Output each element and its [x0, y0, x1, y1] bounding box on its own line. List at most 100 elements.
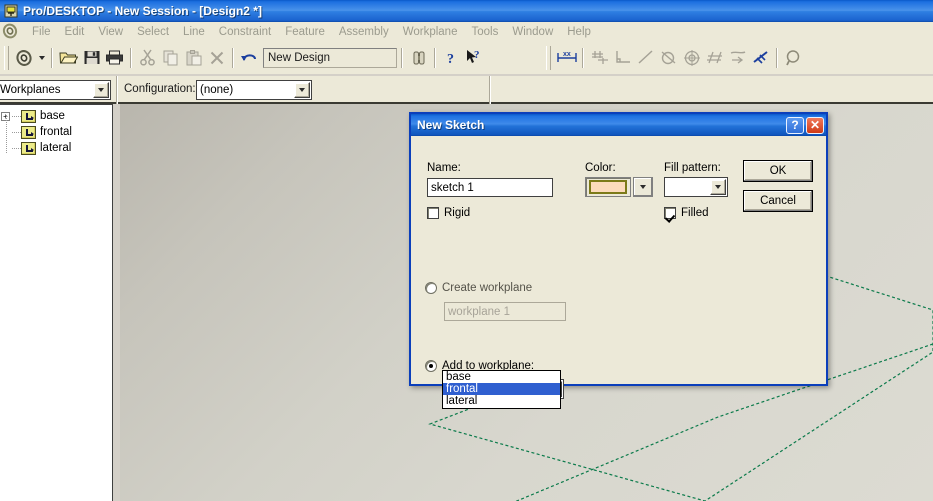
- tree-connector-line: [6, 115, 7, 153]
- toolbar-separator: [582, 47, 584, 68]
- color-dropdown-button[interactable]: [633, 177, 653, 197]
- svg-text:?: ?: [474, 49, 480, 61]
- svg-text:xx: xx: [563, 51, 571, 58]
- filled-checkbox[interactable]: Filled: [664, 207, 708, 219]
- fill-pattern-label: Fill pattern:: [664, 162, 721, 174]
- radio-box: [425, 360, 437, 372]
- menu-item-help[interactable]: Help: [560, 24, 598, 40]
- parallel-icon[interactable]: [726, 47, 749, 69]
- menu-item-feature[interactable]: Feature: [278, 24, 332, 40]
- workplanes-combo[interactable]: Workplanes: [0, 80, 111, 100]
- tree-item-base[interactable]: + base: [0, 108, 112, 124]
- perpendicular-icon[interactable]: [611, 47, 634, 69]
- menu-item-workplane[interactable]: Workplane: [396, 24, 465, 40]
- print-icon[interactable]: [103, 47, 126, 69]
- configuration-combo-value: (none): [200, 84, 234, 96]
- menu-item-edit[interactable]: Edit: [58, 24, 92, 40]
- dropdown-option-base[interactable]: base: [443, 371, 560, 383]
- menu-bar: File Edit View Select Line Constraint Fe…: [0, 22, 933, 42]
- cut-icon[interactable]: [136, 47, 159, 69]
- color-swatch: [589, 180, 627, 194]
- dimension-icon[interactable]: xx: [555, 47, 578, 69]
- dropdown-option-frontal[interactable]: frontal: [443, 383, 560, 395]
- paste-icon[interactable]: [182, 47, 205, 69]
- dialog-titlebar[interactable]: New Sketch ? ✕: [411, 114, 826, 136]
- svg-text:?: ?: [447, 52, 454, 66]
- menu-item-assembly[interactable]: Assembly: [332, 24, 396, 40]
- name-input-value: sketch 1: [431, 181, 474, 194]
- menu-item-constraint[interactable]: Constraint: [212, 24, 278, 40]
- dialog-body: Name: sketch 1 Rigid Color: Fill pattern…: [411, 136, 826, 399]
- new-sketch-dialog: New Sketch ? ✕ Name: sketch 1 Rigid Colo…: [409, 112, 828, 399]
- tree-item-lateral[interactable]: lateral: [0, 140, 112, 156]
- main-toolbar: New Design ? ? xx: [0, 42, 933, 74]
- window-title: Pro/DESKTOP - New Session - [Design2 *]: [23, 4, 262, 18]
- tree-item-label: frontal: [40, 126, 72, 138]
- checkbox-box: [664, 207, 676, 219]
- secondary-toolbar: Workplanes Configuration: (none): [0, 76, 933, 104]
- workplanes-tree-panel: + base frontal lateral: [0, 104, 113, 501]
- concentric-icon[interactable]: [680, 47, 703, 69]
- fix-icon[interactable]: [749, 47, 772, 69]
- whats-this-icon[interactable]: ?: [463, 47, 486, 69]
- help-icon[interactable]: ?: [440, 47, 463, 69]
- menu-item-file[interactable]: File: [25, 24, 58, 40]
- toolbar-separator: [51, 47, 53, 68]
- tangent-icon[interactable]: [657, 47, 680, 69]
- new-design-icon[interactable]: [13, 47, 36, 69]
- configuration-label: Configuration:: [124, 83, 196, 95]
- workplane-icon: [21, 125, 36, 139]
- create-workplane-radio[interactable]: Create workplane: [425, 282, 532, 294]
- ok-button[interactable]: OK: [743, 160, 813, 182]
- binoculars-icon[interactable]: [407, 47, 430, 69]
- tree-connector: [12, 131, 21, 133]
- app-icon: [3, 3, 19, 19]
- dropdown-option-lateral[interactable]: lateral: [443, 395, 560, 407]
- help-button[interactable]: ?: [786, 116, 804, 134]
- zoom-icon[interactable]: [782, 47, 805, 69]
- cancel-button[interactable]: Cancel: [743, 190, 813, 212]
- menu-item-tools[interactable]: Tools: [464, 24, 505, 40]
- radio-box: [425, 282, 437, 294]
- tree-item-label: lateral: [40, 142, 72, 154]
- toolbar-separator: [434, 47, 436, 68]
- create-workplane-name-value: workplane 1: [448, 305, 511, 318]
- tree-item-frontal[interactable]: frontal: [0, 124, 112, 140]
- equal-icon[interactable]: [703, 47, 726, 69]
- toolbar-separator: [401, 47, 403, 68]
- delete-icon[interactable]: [205, 47, 228, 69]
- menu-item-view[interactable]: View: [91, 24, 130, 40]
- workplane-icon: [21, 109, 36, 123]
- undo-icon[interactable]: [238, 47, 261, 69]
- create-workplane-label: Create workplane: [442, 282, 533, 294]
- tree-connector: [12, 115, 21, 117]
- line-icon[interactable]: [634, 47, 657, 69]
- fill-pattern-combo[interactable]: [664, 177, 728, 197]
- configuration-combo[interactable]: (none): [196, 80, 312, 100]
- design-combo[interactable]: New Design: [263, 47, 397, 68]
- chevron-down-icon[interactable]: [294, 82, 310, 98]
- copy-icon[interactable]: [159, 47, 182, 69]
- workplane-dropdown-list[interactable]: base frontal lateral: [442, 370, 561, 409]
- create-workplane-name-input: workplane 1: [444, 302, 566, 321]
- name-input[interactable]: sketch 1: [427, 178, 553, 197]
- workplanes-combo-value: Workplanes: [0, 84, 61, 96]
- color-swatch-button[interactable]: [585, 177, 631, 197]
- menu-item-select[interactable]: Select: [130, 24, 176, 40]
- toolbar-separator: [116, 76, 118, 104]
- checkbox-box: [427, 207, 439, 219]
- chevron-down-icon[interactable]: [710, 179, 726, 195]
- toolbar-grip[interactable]: [4, 45, 9, 70]
- save-icon[interactable]: [80, 47, 103, 69]
- toolbar-grip-2[interactable]: [546, 45, 551, 70]
- close-button[interactable]: ✕: [806, 116, 824, 134]
- application-window: Pro/DESKTOP - New Session - [Design2 *] …: [0, 0, 933, 501]
- chevron-down-icon[interactable]: [93, 82, 109, 98]
- rigid-checkbox[interactable]: Rigid: [427, 207, 470, 219]
- snap-grid-icon[interactable]: [588, 47, 611, 69]
- open-icon[interactable]: [57, 47, 80, 69]
- proe-logo-icon: [1, 23, 21, 41]
- menu-item-line[interactable]: Line: [176, 24, 212, 40]
- new-design-dropdown-icon[interactable]: [36, 47, 47, 69]
- menu-item-window[interactable]: Window: [505, 24, 560, 40]
